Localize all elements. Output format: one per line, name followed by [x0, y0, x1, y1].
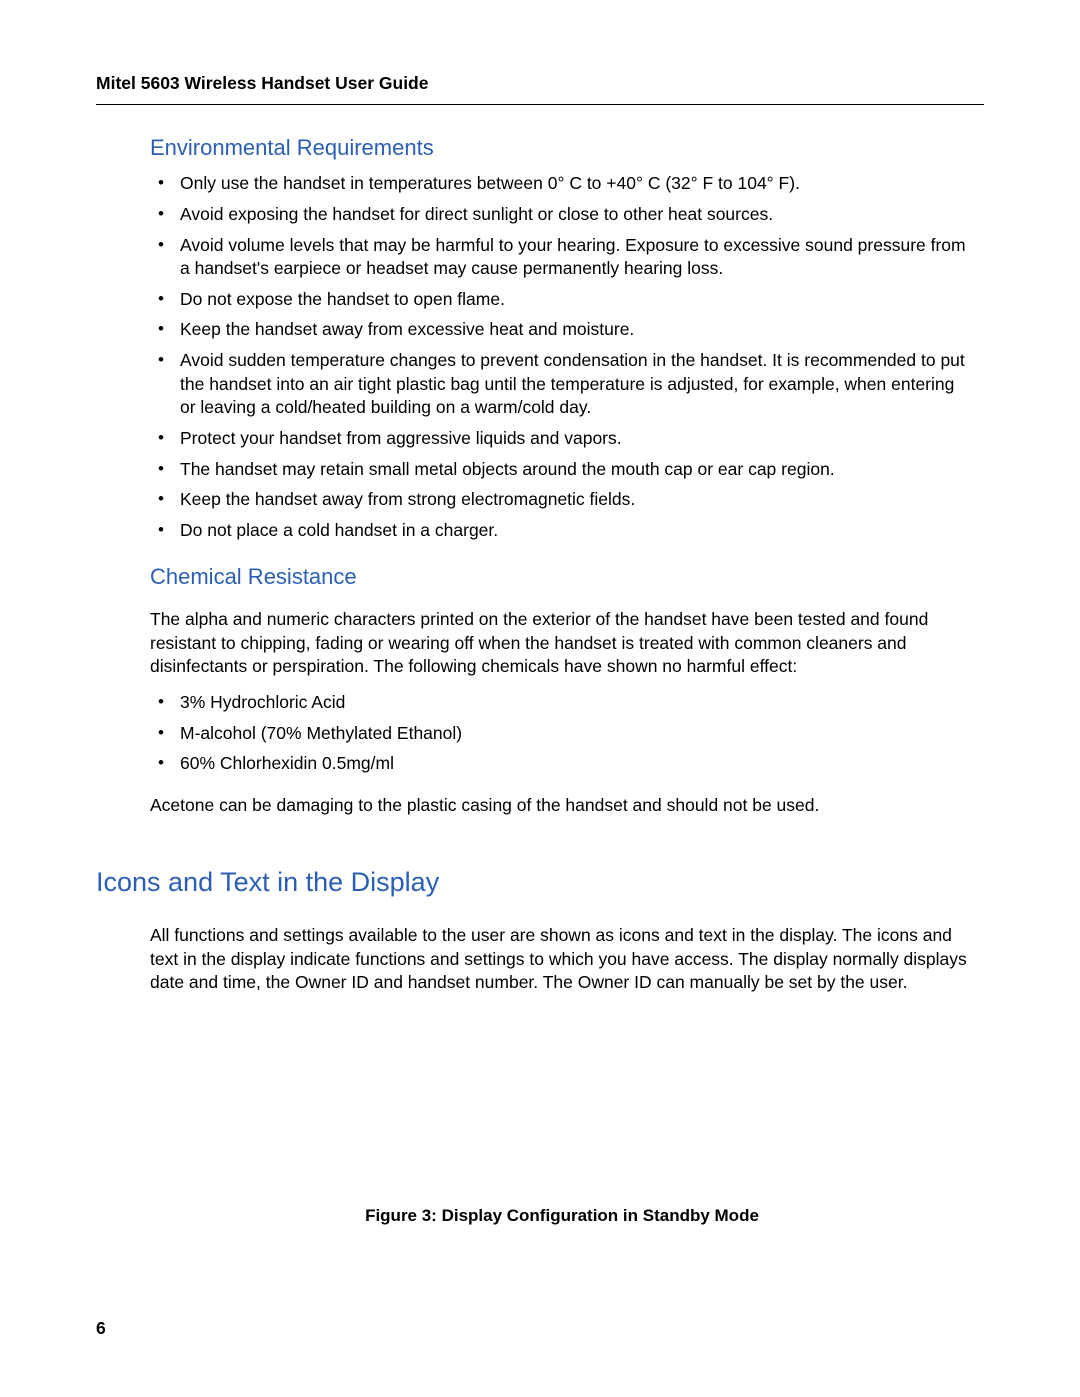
content-env: Environmental Requirements Only use the …: [150, 133, 974, 818]
section-heading-icons-text-display: Icons and Text in the Display: [96, 864, 984, 900]
chem-acetone-note: Acetone can be damaging to the plastic c…: [150, 794, 974, 818]
figure-caption: Figure 3: Display Configuration in Stand…: [150, 1205, 974, 1228]
list-item: Do not expose the handset to open flame.: [150, 288, 974, 312]
page: Mitel 5603 Wireless Handset User Guide E…: [0, 0, 1080, 1288]
list-item: Do not place a cold handset in a charger…: [150, 519, 974, 543]
content-icons: All functions and settings available to …: [150, 924, 974, 1228]
list-item: Avoid sudden temperature changes to prev…: [150, 349, 974, 420]
list-item: Avoid volume levels that may be harmful …: [150, 234, 974, 281]
chem-intro: The alpha and numeric characters printed…: [150, 608, 974, 679]
header-divider: [96, 104, 984, 105]
list-item: 60% Chlorhexidin 0.5mg/ml: [150, 752, 974, 776]
list-item: The handset may retain small metal objec…: [150, 458, 974, 482]
env-bullets: Only use the handset in temperatures bet…: [150, 172, 974, 542]
icons-para: All functions and settings available to …: [150, 924, 974, 995]
chem-bullets: 3% Hydrochloric Acid M-alcohol (70% Meth…: [150, 691, 974, 776]
subheading-chemical-resistance: Chemical Resistance: [150, 562, 974, 592]
doc-header-title: Mitel 5603 Wireless Handset User Guide: [96, 72, 984, 96]
list-item: Protect your handset from aggressive liq…: [150, 427, 974, 451]
list-item: 3% Hydrochloric Acid: [150, 691, 974, 715]
list-item: Keep the handset away from excessive hea…: [150, 318, 974, 342]
page-number: 6: [96, 1317, 106, 1341]
subheading-environmental-requirements: Environmental Requirements: [150, 133, 974, 163]
list-item: Only use the handset in temperatures bet…: [150, 172, 974, 196]
list-item: Avoid exposing the handset for direct su…: [150, 203, 974, 227]
list-item: Keep the handset away from strong electr…: [150, 488, 974, 512]
list-item: M-alcohol (70% Methylated Ethanol): [150, 722, 974, 746]
